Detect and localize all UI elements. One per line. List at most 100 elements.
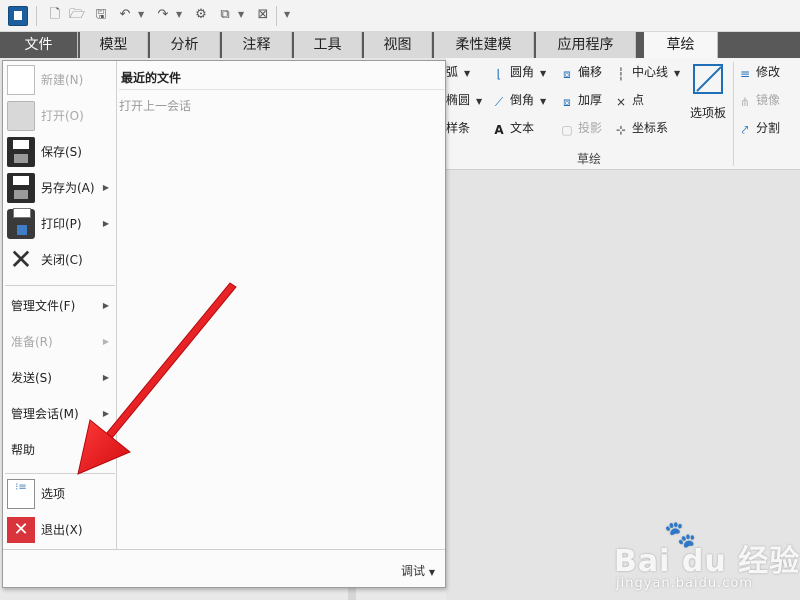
menu-item-close[interactable]: ✕ 关闭(C) — [3, 243, 117, 277]
menu-item-help[interactable]: 帮助 — [3, 433, 117, 467]
coordinate-system-tool[interactable]: ⊹ 坐标系 — [614, 118, 668, 138]
open-folder-icon[interactable]: 🗁 — [68, 6, 86, 24]
save-icon — [7, 137, 35, 167]
save-icon[interactable]: 🖫 — [92, 6, 110, 24]
divide-tool[interactable]: ⤤ 分割 — [738, 118, 780, 138]
menu-item-open[interactable]: 打开(O) — [3, 99, 117, 133]
menu-separator — [5, 285, 115, 286]
submenu-arrow-icon: ▶ — [102, 409, 109, 418]
modify-tool[interactable]: ≡ 修改 — [738, 62, 780, 82]
file-menu-footer: 调试 ▼ — [3, 549, 445, 587]
recent-files-divider — [119, 89, 444, 90]
menu-item-print[interactable]: 打印(P) ▶ — [3, 207, 117, 241]
chevron-down-icon: ▼ — [674, 69, 681, 78]
windows-dropdown-icon[interactable]: ▼ — [238, 6, 244, 24]
menu-item-save[interactable]: 保存(S) — [3, 135, 117, 169]
redo-icon[interactable]: ↷ — [154, 6, 172, 24]
open-last-session-link[interactable]: 打开上一会话 — [119, 97, 191, 114]
menu-label-print: 打印(P) — [41, 217, 82, 231]
toolbar-separator — [36, 6, 37, 26]
mirror-tool[interactable]: ⋔ 镜像 — [738, 90, 780, 110]
new-file-icon[interactable]: 🗋 — [46, 6, 64, 24]
customize-toolbar-icon[interactable]: ▼ — [284, 6, 290, 24]
palette-button[interactable]: 选项板 — [686, 64, 730, 134]
menu-label-open: 打开(O) — [41, 109, 84, 123]
divide-label: 分割 — [756, 121, 781, 135]
menu-item-prepare[interactable]: 准备(R) ▶ — [3, 325, 117, 359]
tab-file[interactable]: 文件 — [0, 32, 78, 58]
thicken-tool[interactable]: ⧈ 加厚 — [560, 90, 602, 110]
tab-view[interactable]: 视图 — [364, 32, 432, 58]
undo-icon[interactable]: ↶ — [116, 6, 134, 24]
palette-icon — [693, 64, 723, 94]
menu-label-help: 帮助 — [11, 443, 36, 457]
arc-tool[interactable]: 弧 ▼ — [446, 62, 470, 82]
group-separator — [733, 62, 734, 166]
menu-label-prepare: 准备(R) — [11, 335, 53, 349]
menu-label-save-as: 另存为(A) — [41, 181, 95, 195]
menu-label-manage-session: 管理会话(M) — [11, 407, 79, 421]
mirror-icon: ⋔ — [739, 95, 751, 109]
palette-label: 选项板 — [689, 106, 726, 120]
tab-annotate[interactable]: 注释 — [222, 32, 292, 58]
chevron-down-icon: ▼ — [540, 69, 547, 78]
ellipse-tool[interactable]: 椭圆 ▼ — [446, 90, 482, 110]
file-menu-commands: 新建(N) 打开(O) 保存(S) 另存为(A) ▶ 打印(P) ▶ ✕ 关闭(… — [3, 61, 117, 549]
menu-item-exit[interactable]: ✕ 退出(X) — [3, 513, 117, 547]
tab-model[interactable]: 模型 — [80, 32, 148, 58]
menu-label-send: 发送(S) — [11, 371, 52, 385]
ribbon-tabs: 文件 模型 分析 注释 工具 视图 柔性建模 应用程序 草绘 — [0, 32, 800, 58]
chamfer-tool[interactable]: ⟋ 倒角 ▼ — [492, 90, 546, 110]
coordinate-system-label: 坐标系 — [632, 121, 669, 135]
tab-sketch[interactable]: 草绘 — [644, 32, 718, 58]
menu-item-new[interactable]: 新建(N) — [3, 63, 117, 97]
centerline-tool[interactable]: ┆ 中心线 ▼ — [614, 62, 680, 82]
spline-label: 样条 — [446, 121, 471, 135]
tab-analysis[interactable]: 分析 — [150, 32, 220, 58]
debug-button[interactable]: 调试 ▼ — [401, 562, 435, 579]
menu-item-send[interactable]: 发送(S) ▶ — [3, 361, 117, 395]
offset-tool[interactable]: ⧈ 偏移 — [560, 62, 602, 82]
fillet-tool[interactable]: ⌊ 圆角 ▼ — [492, 62, 547, 82]
menu-item-options[interactable]: ⁝≡ 选项 — [3, 477, 117, 511]
tab-applications[interactable]: 应用程序 — [536, 32, 636, 58]
chamfer-icon: ⟋ — [494, 95, 504, 109]
tab-flexible-modeling[interactable]: 柔性建模 — [434, 32, 534, 58]
point-label: 点 — [632, 93, 645, 107]
coordinate-system-icon: ⊹ — [615, 123, 627, 137]
new-document-icon — [7, 65, 35, 95]
project-tool[interactable]: ▢ 投影 — [560, 118, 602, 138]
close-icon: ✕ — [9, 243, 33, 276]
recent-files-title: 最近的文件 — [121, 71, 182, 85]
app-icon[interactable] — [8, 6, 28, 26]
point-icon: × — [615, 95, 627, 109]
offset-icon: ⧈ — [563, 67, 571, 81]
ribbon-group-label: 草绘 — [576, 152, 601, 166]
menu-label-manage-file: 管理文件(F) — [11, 299, 76, 313]
baidu-watermark: 🐾 Bai du 经验 jingyan.baidu.com — [614, 520, 799, 592]
divide-icon: ⤤ — [741, 123, 749, 137]
menu-label-close: 关闭(C) — [41, 253, 83, 267]
menu-item-manage-session[interactable]: 管理会话(M) ▶ — [3, 397, 117, 431]
windows-icon[interactable]: ⧉ — [216, 6, 234, 24]
tab-tools[interactable]: 工具 — [294, 32, 362, 58]
menu-item-manage-file[interactable]: 管理文件(F) ▶ — [3, 289, 117, 323]
submenu-arrow-icon: ▶ — [102, 183, 109, 192]
point-tool[interactable]: × 点 — [614, 90, 644, 110]
text-label: 文本 — [510, 121, 535, 135]
text-icon: A — [494, 123, 504, 137]
thicken-label: 加厚 — [578, 93, 603, 107]
submenu-arrow-icon: ▶ — [102, 337, 109, 346]
regenerate-icon[interactable]: ⚙ — [192, 6, 210, 24]
text-tool[interactable]: A 文本 — [492, 118, 534, 138]
scrollbar-strip[interactable] — [348, 588, 356, 600]
close-window-icon[interactable]: ⊠ — [254, 6, 272, 24]
project-label: 投影 — [578, 121, 603, 135]
menu-separator — [5, 473, 115, 474]
undo-dropdown-icon[interactable]: ▼ — [138, 6, 144, 24]
submenu-arrow-icon: ▶ — [102, 301, 109, 310]
menu-item-save-as[interactable]: 另存为(A) ▶ — [3, 171, 117, 205]
submenu-arrow-icon: ▶ — [102, 219, 109, 228]
spline-tool[interactable]: 样条 — [446, 118, 470, 138]
redo-dropdown-icon[interactable]: ▼ — [176, 6, 182, 24]
